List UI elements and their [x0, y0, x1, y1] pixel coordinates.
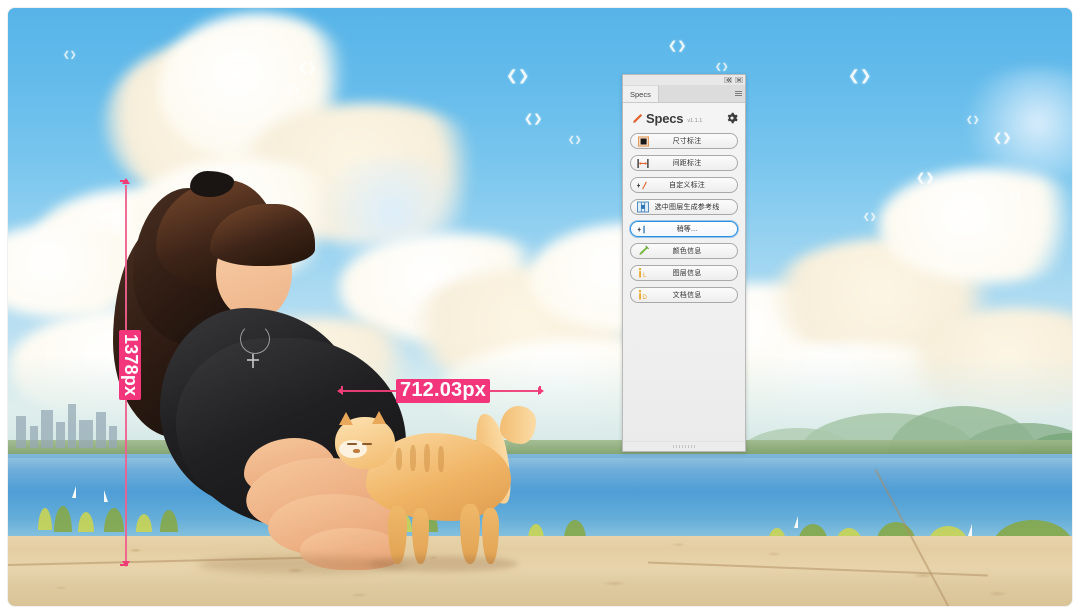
coming-soon-button[interactable]: 稍等... — [630, 221, 738, 237]
specs-panel[interactable]: Specs Specs v1.1.1 — [622, 74, 746, 452]
width-measure-label: 712.03px — [396, 379, 490, 403]
panel-menu-icon[interactable] — [735, 91, 742, 97]
custom-annotation-button[interactable]: 自定义标注 — [630, 177, 738, 193]
spacing-annotation-button[interactable]: 间距标注 — [630, 155, 738, 171]
panel-title: Specs — [646, 111, 683, 126]
screenshot-root: ❮❯ ❮❯ ❮❯ ❮❯ ❮❯ ❮❯ ❮❯ ❮❯ ❮❯ ❮❯ ❮❯ ❮❯ ❮❯ ❮… — [0, 0, 1080, 614]
info-d-icon: D — [637, 290, 649, 301]
height-measure-label: 1378px — [119, 330, 141, 400]
gear-icon[interactable] — [726, 112, 738, 124]
color-info-button[interactable]: 颜色信息 — [630, 243, 738, 259]
panel-titlebar — [623, 75, 745, 86]
panel-header: Specs v1.1.1 — [630, 109, 738, 127]
close-icon[interactable] — [735, 77, 743, 84]
info-l-icon: L — [637, 268, 649, 279]
guides-from-layer-button[interactable]: 选中图层生成参考线 — [630, 199, 738, 215]
layer-guides-icon — [637, 202, 649, 213]
plus-bar-icon — [637, 224, 649, 235]
spacing-icon — [637, 158, 649, 169]
version-label: v1.1.1 — [687, 118, 702, 124]
svg-text:L: L — [643, 272, 647, 279]
size-square-icon — [637, 136, 649, 147]
size-annotation-button[interactable]: 尺寸标注 — [630, 133, 738, 149]
tab-specs[interactable]: Specs — [623, 86, 659, 102]
plus-slash-icon — [637, 180, 649, 191]
panel-resize-footer[interactable] — [623, 441, 745, 451]
eyedropper-icon — [637, 246, 649, 257]
resize-grip-icon[interactable] — [673, 445, 695, 448]
panel-tabbar[interactable]: Specs — [623, 86, 745, 103]
artwork-canvas[interactable]: ❮❯ ❮❯ ❮❯ ❮❯ ❮❯ ❮❯ ❮❯ ❮❯ ❮❯ ❮❯ ❮❯ ❮❯ ❮❯ ❮… — [8, 8, 1072, 606]
panel-body: Specs v1.1.1 尺寸标注 — [623, 103, 745, 441]
pen-icon — [631, 113, 642, 124]
svg-text:D: D — [642, 294, 647, 301]
document-info-button[interactable]: D 文档信息 — [630, 287, 738, 303]
collapse-icon[interactable] — [724, 77, 732, 84]
water-highlight — [8, 458, 1072, 488]
layer-info-button[interactable]: L 图层信息 — [630, 265, 738, 281]
